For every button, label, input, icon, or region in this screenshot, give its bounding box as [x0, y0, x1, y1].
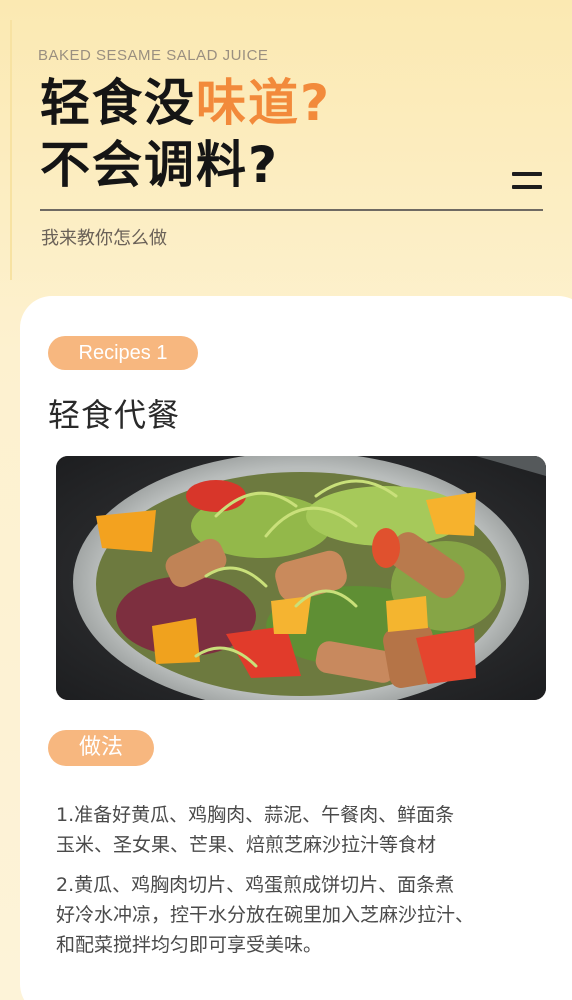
- method-badge: 做法: [48, 730, 154, 766]
- menu-icon[interactable]: [512, 172, 542, 190]
- decorative-line: [10, 20, 12, 280]
- step-2-line-1: 2.黄瓜、鸡胸肉切片、鸡蛋煎成饼切片、面条煮: [56, 874, 455, 896]
- header-divider: [40, 209, 543, 211]
- step-2-line-3: 和配菜搅拌均匀即可享受美味。: [56, 934, 323, 956]
- headline-line-2: 不会调料?: [40, 136, 280, 194]
- menu-icon-bar-bottom: [512, 185, 542, 189]
- recipe-title: 轻食代餐: [48, 396, 181, 434]
- step-1-line-1: 1.准备好黄瓜、鸡胸肉、蒜泥、午餐肉、鲜面条: [56, 804, 455, 826]
- headline-question-mark: ?: [300, 74, 332, 132]
- step-2: 2.黄瓜、鸡胸肉切片、鸡蛋煎成饼切片、面条煮 好冷水冲凉，控干水分放在碗里加入芝…: [56, 870, 566, 960]
- headline: 轻食没味道? 不会调料?: [40, 72, 331, 196]
- recipe-page: BAKED SESAME SALAD JUICE 轻食没味道? 不会调料? 我来…: [0, 0, 572, 1000]
- salad-photo-graphic: [56, 456, 546, 700]
- step-1: 1.准备好黄瓜、鸡胸肉、蒜泥、午餐肉、鲜面条 玉米、圣女果、芒果、焙煎芝麻沙拉汁…: [56, 800, 566, 860]
- salad-photo: [56, 456, 546, 700]
- headline-plain-text: 轻食没: [40, 74, 196, 132]
- headline-accent-text: 味道: [196, 74, 300, 132]
- english-subtitle: BAKED SESAME SALAD JUICE: [38, 47, 269, 64]
- headline-line-1: 轻食没味道?: [40, 72, 331, 134]
- recipe-badge: Recipes 1: [48, 336, 198, 370]
- menu-icon-bar-top: [512, 172, 542, 176]
- step-1-line-2: 玉米、圣女果、芒果、焙煎芝麻沙拉汁等食材: [56, 834, 437, 856]
- tagline: 我来教你怎么做: [41, 228, 167, 249]
- step-2-line-2: 好冷水冲凉，控干水分放在碗里加入芝麻沙拉汁、: [56, 904, 475, 926]
